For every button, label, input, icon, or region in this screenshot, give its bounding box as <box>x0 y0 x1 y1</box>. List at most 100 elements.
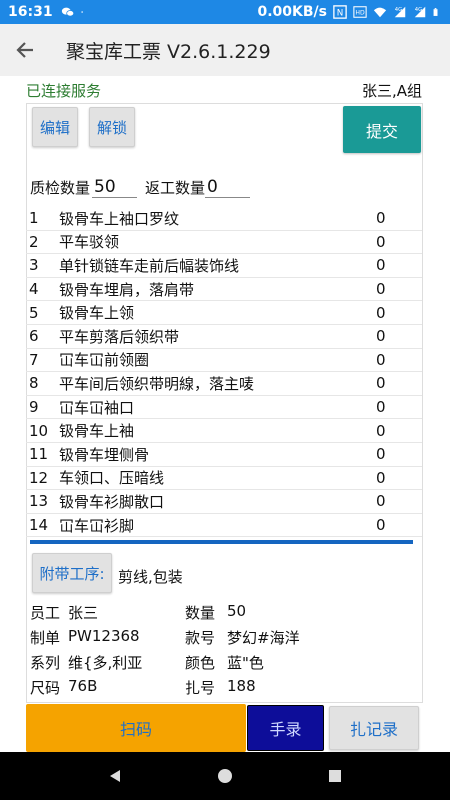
employee-value: 张三 <box>68 604 99 622</box>
process-count: 0 <box>376 468 386 487</box>
process-number: 6 <box>29 327 39 346</box>
list-item[interactable]: 2 平车驳领 0 <box>26 231 422 255</box>
process-number: 13 <box>29 492 49 511</box>
connection-row: 已连接服务 张三,A组 <box>0 80 450 100</box>
employee-label: 员工 <box>30 604 61 622</box>
info-row: 尺码 76B 扎号 188 <box>30 675 420 700</box>
process-number: 7 <box>29 350 39 369</box>
unlock-button[interactable]: 解锁 <box>89 107 135 147</box>
process-number: 9 <box>29 398 39 417</box>
edit-button[interactable]: 编辑 <box>32 107 78 147</box>
hd-icon: HD <box>353 6 367 18</box>
size-value: 76B <box>68 677 98 695</box>
triangle-back-icon <box>110 770 120 782</box>
process-list[interactable]: 1 钑骨车上袖口罗纹 0 2 平车驳领 0 3 单针锁链车走前后幅装饰线 0 4 钑骨车埋肩，… <box>26 207 422 538</box>
scan-button[interactable]: 扫码 <box>26 704 246 752</box>
manual-entry-button[interactable]: 手录 <box>247 705 324 751</box>
process-name: 钑骨车埋侧骨 <box>59 445 150 464</box>
rework-quantity-label: 返工数量 <box>145 179 206 197</box>
accessory-process-button[interactable]: 附带工序: <box>32 553 112 593</box>
list-item[interactable]: 7 冚车冚前领圈 0 <box>26 349 422 373</box>
ticket-info: 员工 张三 数量 50 制单 PW12368 款号 梦幻#海洋 系列 维{多,利亚 颜色蓝… <box>30 600 420 700</box>
list-item[interactable]: 5 钑骨车上领 0 <box>26 301 422 325</box>
list-item[interactable]: 13 钑骨车衫脚散口 0 <box>26 490 422 514</box>
battery-icon <box>433 8 438 16</box>
process-name: 平车间后领织带明線，落主唛 <box>59 374 255 393</box>
arrow-left-icon <box>16 42 33 58</box>
list-item[interactable]: 10 钑骨车上袖 0 <box>26 419 422 443</box>
process-count: 0 <box>376 421 386 440</box>
process-name: 钑骨车埋肩，落肩带 <box>59 280 195 299</box>
list-item[interactable]: 1 钑骨车上袖口罗纹 0 <box>26 207 422 231</box>
style-value: 梦幻#海洋 <box>227 629 300 647</box>
process-name: 钑骨车上袖 <box>59 422 135 441</box>
list-scroll-indicator <box>30 540 413 544</box>
qc-quantity-input[interactable]: 50 <box>92 170 138 198</box>
process-number: 10 <box>29 421 49 440</box>
quantity-label: 数量 <box>185 604 216 622</box>
series-label: 系列 <box>30 654 61 672</box>
wifi-icon <box>373 7 387 18</box>
process-number: 14 <box>29 516 49 535</box>
process-count: 0 <box>376 280 386 299</box>
series-value: 维{多,利亚 <box>68 654 143 672</box>
order-value: PW12368 <box>68 627 140 645</box>
process-name: 冚车冚前领圈 <box>59 351 150 370</box>
nav-recents-button[interactable] <box>315 756 355 796</box>
process-count: 0 <box>376 492 386 511</box>
user-group: 张三,A组 <box>361 82 422 100</box>
size-label: 尺码 <box>30 679 61 697</box>
bundle-value: 188 <box>227 677 256 695</box>
qc-quantity-label: 质检数量 <box>30 179 91 197</box>
list-item[interactable]: 3 单针锁链车走前后幅装饰线 0 <box>26 254 422 278</box>
process-number: 3 <box>29 256 39 275</box>
list-item[interactable]: 9 冚车冚袖口 0 <box>26 396 422 420</box>
process-name: 车领口、压暗线 <box>59 469 165 488</box>
process-name: 冚车冚袖口 <box>59 398 135 417</box>
signal-4g-icon: 4G <box>394 6 406 18</box>
svg-text:N: N <box>337 9 344 19</box>
list-item[interactable]: 12 车领口、压暗线 0 <box>26 467 422 491</box>
color-value: 蓝"色 <box>227 654 264 672</box>
list-item[interactable]: 8 平车间后领织带明線，落主唛 0 <box>26 372 422 396</box>
process-count: 0 <box>376 256 386 275</box>
process-count: 0 <box>376 327 386 346</box>
process-count: 0 <box>376 209 386 228</box>
app-bar: 聚宝库工票 V2.6.1.229 <box>0 24 450 76</box>
rework-quantity-input[interactable]: 0 <box>205 170 251 198</box>
process-count: 0 <box>376 398 386 417</box>
connection-status: 已连接服务 <box>26 82 102 100</box>
process-number: 4 <box>29 280 39 299</box>
svg-text:4G: 4G <box>395 7 402 13</box>
n-icon: N <box>333 5 347 19</box>
square-recents-icon <box>329 770 341 782</box>
process-name: 平车剪落后领织带 <box>59 327 180 346</box>
submit-button[interactable]: 提交 <box>343 106 421 153</box>
list-item[interactable]: 11 钑骨车埋侧骨 0 <box>26 443 422 467</box>
process-number: 12 <box>29 468 49 487</box>
list-item[interactable]: 14 冚车冚衫脚 0 <box>26 514 422 538</box>
back-button[interactable] <box>0 24 50 76</box>
list-item[interactable]: 6 平车剪落后领织带 0 <box>26 325 422 349</box>
info-row: 员工 张三 数量 50 <box>30 600 420 625</box>
bundle-records-button[interactable]: 扎记录 <box>329 706 419 750</box>
process-name: 平车驳领 <box>59 233 120 252</box>
nav-home-button[interactable] <box>205 756 245 796</box>
circle-home-icon <box>218 769 232 783</box>
style-label: 款号 <box>185 629 216 647</box>
page-title: 聚宝库工票 V2.6.1.229 <box>66 40 271 63</box>
svg-text:4G: 4G <box>415 7 422 13</box>
process-count: 0 <box>376 303 386 322</box>
signal-4g-icon: 4G <box>414 6 426 18</box>
list-item[interactable]: 4 钑骨车埋肩，落肩带 0 <box>26 278 422 302</box>
process-name: 钑骨车上袖口罗纹 <box>59 209 180 228</box>
bundle-label: 扎号 <box>185 679 216 697</box>
process-count: 0 <box>376 232 386 251</box>
network-speed: 0.00KB/s <box>257 4 327 20</box>
status-bar: 16:31 0.00KB/s N HD 4G 4G <box>0 0 450 24</box>
nav-back-button[interactable] <box>95 756 135 796</box>
info-row: 系列 维{多,利亚 颜色 蓝"色 <box>30 650 420 675</box>
status-time: 16:31 <box>8 4 53 20</box>
process-name: 冚车冚衫脚 <box>59 516 135 535</box>
order-label: 制单 <box>30 629 61 647</box>
